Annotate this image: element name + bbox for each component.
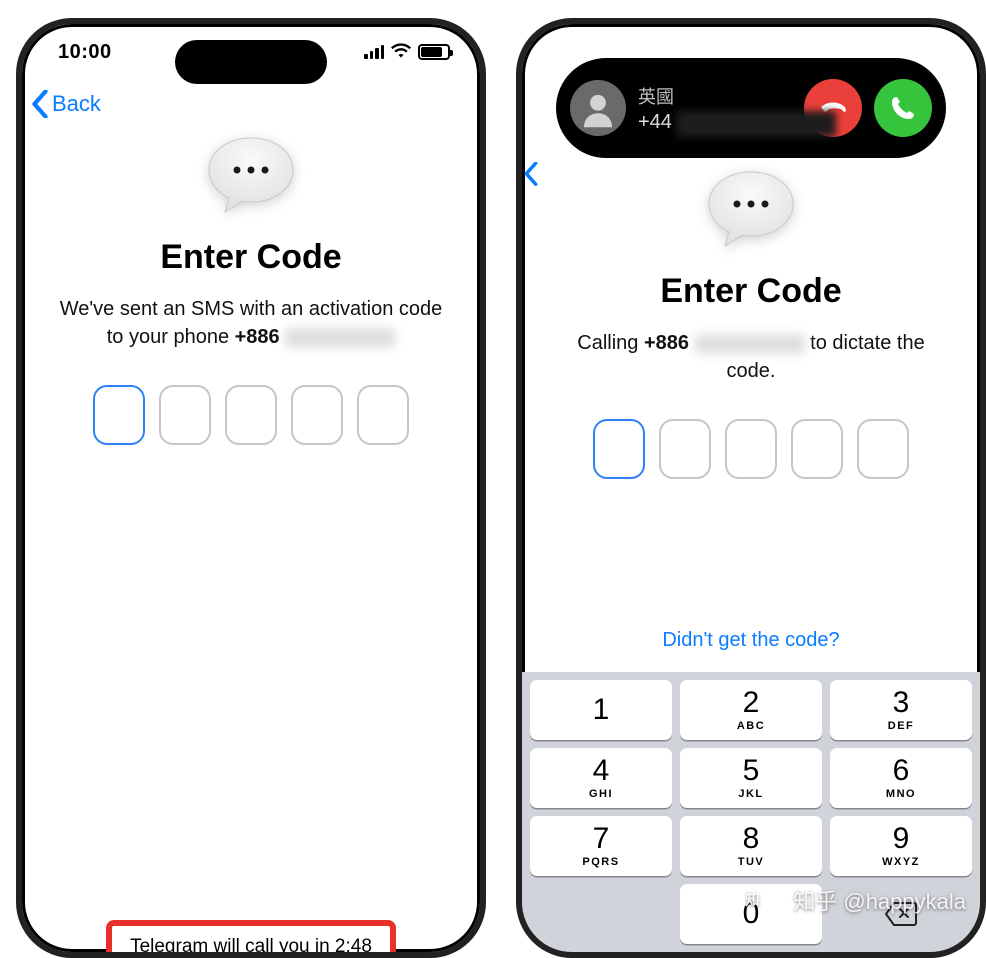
- watermark: 知 知乎 @happykala: [745, 884, 966, 916]
- chat-bubble-icon: [546, 166, 956, 252]
- key-letters: ABC: [737, 721, 765, 732]
- incoming-call-banner: 英國 +44: [556, 58, 946, 158]
- redacted-phone: [695, 334, 805, 354]
- key-letters: PQRS: [582, 857, 619, 868]
- key-letters: GHI: [589, 789, 613, 800]
- chat-bubble-icon: [46, 132, 456, 218]
- svg-text:知: 知: [745, 891, 760, 909]
- wifi-icon: [391, 41, 411, 64]
- key-4[interactable]: 4 GHI: [530, 748, 672, 808]
- key-letters: MNO: [886, 789, 916, 800]
- code-digit-4[interactable]: [291, 385, 343, 445]
- code-input-group: [546, 419, 956, 479]
- key-5[interactable]: 5 JKL: [680, 748, 822, 808]
- nav-bar: Back: [22, 80, 480, 128]
- key-letters: JKL: [738, 789, 763, 800]
- battery-icon: [418, 44, 450, 60]
- key-number: 4: [593, 756, 610, 786]
- key-letters: WXYZ: [882, 857, 920, 868]
- content-area: Enter Code Calling +886 to dictate the c…: [522, 166, 980, 652]
- key-number: 6: [893, 756, 910, 786]
- code-input-group: [46, 385, 456, 445]
- code-digit-2[interactable]: [159, 385, 211, 445]
- chevron-left-icon: [524, 162, 538, 185]
- key-2[interactable]: 2 ABC: [680, 680, 822, 740]
- cellular-icon: [364, 45, 384, 59]
- key-3[interactable]: 3 DEF: [830, 680, 972, 740]
- code-digit-5[interactable]: [857, 419, 909, 479]
- resend-section: Didn't get the code?: [546, 629, 956, 652]
- accept-call-button[interactable]: [874, 79, 932, 137]
- redacted-phone: [285, 328, 395, 348]
- dynamic-island: [175, 40, 327, 84]
- page-title: Enter Code: [46, 238, 456, 277]
- caller-info: 英國 +44: [638, 83, 792, 134]
- code-digit-5[interactable]: [357, 385, 409, 445]
- key-8[interactable]: 8 TUV: [680, 816, 822, 876]
- status-bar: 10:00: [22, 24, 480, 80]
- code-digit-3[interactable]: [725, 419, 777, 479]
- key-number: 5: [743, 756, 760, 786]
- call-timer-text: Telegram will call you in 2:48: [120, 936, 382, 958]
- phone-left: 10:00 Back Enter Code We': [16, 18, 486, 958]
- key-letters: TUV: [738, 857, 765, 868]
- subtitle: We've sent an SMS with an activation cod…: [46, 295, 456, 351]
- back-label: Back: [52, 91, 101, 117]
- code-digit-4[interactable]: [791, 419, 843, 479]
- status-icons: [364, 41, 450, 64]
- page-title: Enter Code: [546, 272, 956, 311]
- code-digit-1[interactable]: [593, 419, 645, 479]
- zhihu-logo-icon: 知: [745, 890, 785, 910]
- key-number: 7: [593, 824, 610, 854]
- call-timer-box: Telegram will call you in 2:48: [106, 920, 396, 958]
- caller-number: +44: [638, 111, 672, 134]
- redacted-caller-number: [676, 111, 836, 137]
- key-letters: DEF: [888, 721, 915, 732]
- key-blank: [530, 884, 672, 944]
- caller-avatar-icon: [570, 80, 626, 136]
- phone-right: 英國 +44 Enter Code Calling +886: [516, 18, 986, 958]
- key-number: 8: [743, 824, 760, 854]
- code-digit-3[interactable]: [225, 385, 277, 445]
- phone-icon: [888, 93, 918, 123]
- subtitle: Calling +886 to dictate the code.: [546, 329, 956, 385]
- content-area: Enter Code We've sent an SMS with an act…: [22, 132, 480, 445]
- key-number: 9: [893, 824, 910, 854]
- code-digit-2[interactable]: [659, 419, 711, 479]
- key-number: 3: [893, 688, 910, 718]
- key-number: 1: [593, 695, 610, 725]
- key-number: 2: [743, 688, 760, 718]
- chevron-left-icon: [30, 90, 50, 118]
- code-digit-1[interactable]: [93, 385, 145, 445]
- status-time: 10:00: [58, 41, 112, 64]
- back-button[interactable]: Back: [30, 90, 101, 118]
- key-1[interactable]: 1: [530, 680, 672, 740]
- didnt-get-code-link[interactable]: Didn't get the code?: [662, 629, 839, 651]
- key-7[interactable]: 7 PQRS: [530, 816, 672, 876]
- key-6[interactable]: 6 MNO: [830, 748, 972, 808]
- key-9[interactable]: 9 WXYZ: [830, 816, 972, 876]
- caller-name: 英國: [638, 83, 792, 109]
